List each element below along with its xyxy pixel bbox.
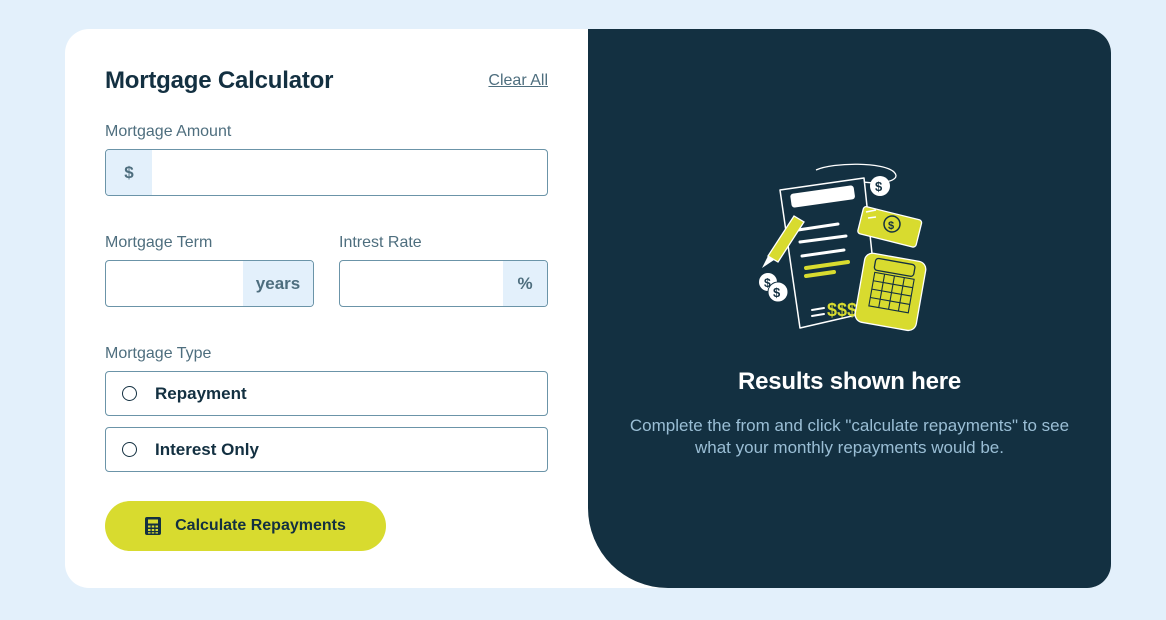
page-title: Mortgage Calculator	[105, 67, 334, 94]
mortgage-term-input[interactable]	[106, 261, 243, 306]
mortgage-term-field[interactable]: years	[105, 260, 314, 307]
calculator-icon	[145, 517, 162, 535]
results-title: Results shown here	[737, 368, 962, 395]
results-description: Complete the from and click "calculate r…	[629, 416, 1070, 457]
percent-suffix: %	[503, 261, 547, 306]
mortgage-type-label: Mortgage Type	[105, 345, 212, 362]
interest-rate-field[interactable]: %	[339, 260, 548, 307]
years-suffix: years	[243, 261, 313, 306]
radio-label-repayment: Repayment	[155, 383, 247, 403]
currency-prefix: $	[106, 150, 152, 195]
svg-text:$$$: $$$	[827, 300, 857, 320]
results-pane: $$$ $ $ $ $ Results shown here Complete …	[588, 29, 1111, 588]
radio-option-interest-only[interactable]: Interest Only	[105, 427, 548, 472]
mortgage-term-label: Mortgage Term	[105, 234, 213, 251]
radio-option-repayment[interactable]: Repayment	[105, 371, 548, 416]
calculate-repayments-label: Calculate Repayments	[175, 517, 346, 534]
svg-text:$: $	[875, 179, 883, 194]
clear-all-link[interactable]: Clear All	[488, 72, 548, 90]
mortgage-amount-input[interactable]	[152, 150, 547, 195]
mortgage-amount-field[interactable]: $	[105, 149, 548, 196]
empty-results-illustration: $$$ $ $ $ $	[759, 163, 927, 332]
mortgage-amount-label: Mortgage Amount	[105, 123, 232, 140]
radio-button[interactable]	[122, 442, 137, 457]
radio-label-interest-only: Interest Only	[155, 439, 259, 459]
mortgage-calculator-card: Mortgage Calculator Clear All Mortgage A…	[65, 29, 1111, 588]
radio-button[interactable]	[122, 386, 137, 401]
interest-rate-label: Intrest Rate	[339, 234, 422, 251]
svg-text:$: $	[888, 220, 894, 232]
interest-rate-input[interactable]	[340, 261, 503, 306]
form-pane: Mortgage Calculator Clear All Mortgage A…	[65, 29, 588, 588]
svg-text:$: $	[773, 285, 781, 300]
calculate-repayments-button[interactable]: Calculate Repayments	[105, 501, 386, 551]
